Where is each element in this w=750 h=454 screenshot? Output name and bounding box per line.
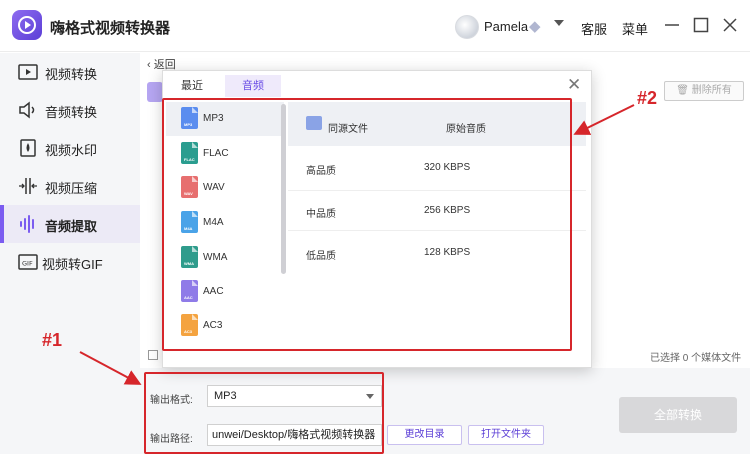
annotation-arrows [79, 104, 635, 385]
annotation-arrow-1 [79, 351, 142, 385]
annotation-arrow-2 [573, 104, 635, 135]
